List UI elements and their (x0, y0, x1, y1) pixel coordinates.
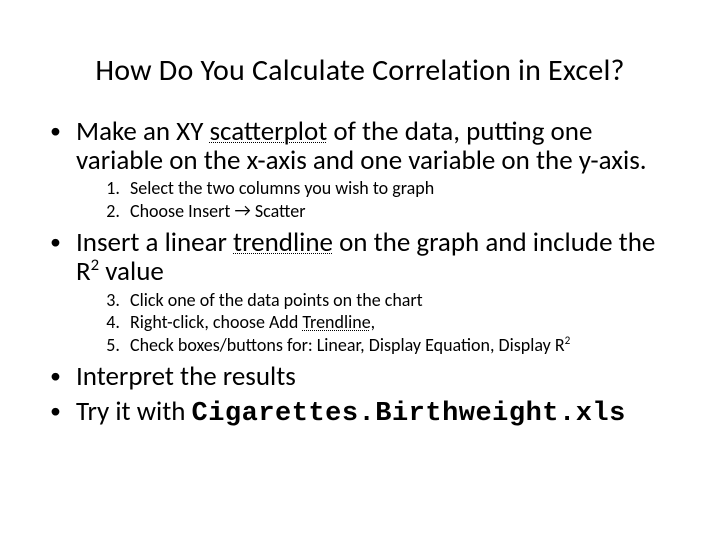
arrow-icon: → (234, 199, 250, 222)
sub-step: Right-click, choose Add Trendline, (124, 311, 682, 334)
slide: How Do You Calculate Correlation in Exce… (0, 0, 720, 540)
superscript: 2 (565, 333, 571, 347)
sub-step: Choose Insert → Scatter (124, 200, 682, 223)
text: Make an XY (76, 115, 209, 148)
sub-list-2: Click one of the data points on the char… (76, 289, 682, 357)
bullet-trendline: Insert a linear trendline on the graph a… (48, 228, 682, 356)
text: Choose Insert (130, 200, 234, 222)
slide-title: How Do You Calculate Correlation in Exce… (30, 52, 690, 89)
underlined-word: Trendline (302, 311, 370, 333)
superscript: 2 (91, 255, 99, 275)
bullet-scatterplot: Make an XY scatterplot of the data, putt… (48, 117, 682, 222)
text: Scatter (251, 200, 306, 222)
text: Check boxes/buttons for: Linear, Display… (130, 334, 565, 356)
sub-step: Select the two columns you wish to graph (124, 177, 682, 200)
filename-code: Cigarettes.Birthweight.xls (192, 399, 626, 429)
underlined-word: trendline (233, 226, 333, 259)
sub-step: Click one of the data points on the char… (124, 289, 682, 312)
text: Try it with (76, 395, 192, 428)
text: , (371, 311, 376, 333)
bullet-try-it: Try it with Cigarettes.Birthweight.xls (48, 397, 682, 429)
underlined-word: scatterplot (209, 115, 327, 148)
text: Right-click, choose Add (130, 311, 302, 333)
text: Insert a linear (76, 226, 233, 259)
text: value (99, 255, 164, 288)
sub-list-1: Select the two columns you wish to graph… (76, 177, 682, 222)
bullet-interpret: Interpret the results (48, 362, 682, 391)
bullet-list: Make an XY scatterplot of the data, putt… (30, 117, 690, 429)
sub-step: Check boxes/buttons for: Linear, Display… (124, 334, 682, 357)
